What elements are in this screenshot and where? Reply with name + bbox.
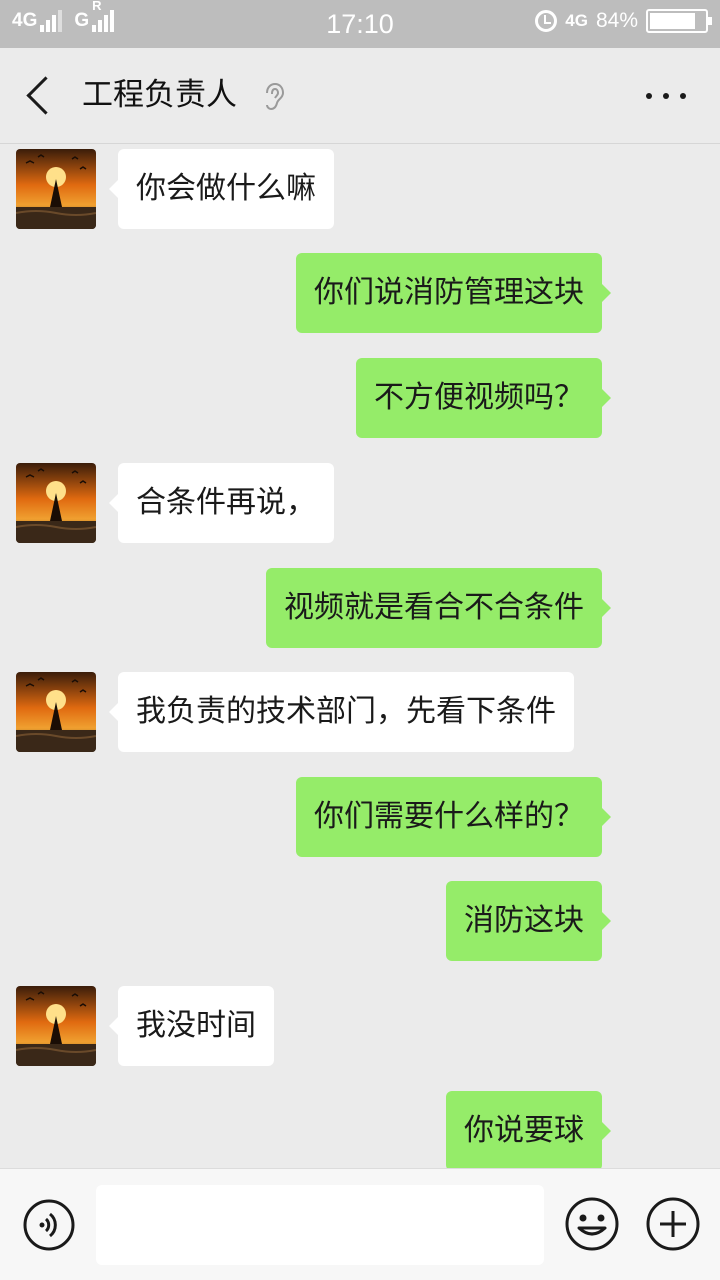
more-dots-icon[interactable]	[646, 86, 686, 106]
emoji-icon[interactable]	[564, 1196, 620, 1252]
plus-icon[interactable]	[645, 1196, 701, 1252]
message-input[interactable]	[96, 1185, 544, 1265]
page-title: 工程负责人	[82, 77, 237, 113]
incoming-message-bubble[interactable]: 我没时间	[109, 986, 274, 1066]
outgoing-message-bubble[interactable]: 你们说消防管理这块	[296, 253, 611, 333]
incoming-message-bubble[interactable]: 你会做什么嘛	[109, 149, 334, 229]
message-list: 你会做什么嘛你们说消防管理这块不方便视频吗？ 合条件再说， 视频就是看合不合条件我负…	[0, 144, 720, 1168]
outgoing-message-bubble[interactable]: 你说要球	[446, 1091, 611, 1168]
status-right: 4G 84%	[535, 9, 712, 33]
outgoing-message-bubble[interactable]: 消防这块	[446, 881, 611, 961]
ear-icon	[266, 82, 285, 111]
battery-fill	[650, 13, 696, 29]
outgoing-message-bubble[interactable]: 不方便视频吗？	[356, 358, 611, 438]
chevron-left-icon[interactable]	[20, 76, 60, 116]
avatar[interactable]	[16, 986, 96, 1066]
network-label: 4G	[565, 11, 588, 30]
outgoing-message-bubble[interactable]: 你们需要什么样的？	[296, 777, 611, 857]
chat-header: 工程负责人	[0, 48, 720, 144]
battery-icon	[646, 9, 712, 33]
avatar[interactable]	[16, 463, 96, 543]
incoming-message-bubble[interactable]: 合条件再说，	[109, 463, 334, 543]
input-bar	[0, 1168, 720, 1280]
battery-percent: 84%	[595, 9, 638, 32]
incoming-message-bubble[interactable]: 我负责的技术部门，先看下条件	[109, 672, 574, 752]
status-bar: 4G G R 17:10 4G 84%	[0, 0, 720, 48]
avatar[interactable]	[16, 672, 96, 752]
voice-icon[interactable]	[22, 1198, 76, 1252]
avatar[interactable]	[16, 149, 96, 229]
alarm-icon	[535, 10, 558, 32]
outgoing-message-bubble[interactable]: 视频就是看合不合条件	[266, 568, 611, 648]
